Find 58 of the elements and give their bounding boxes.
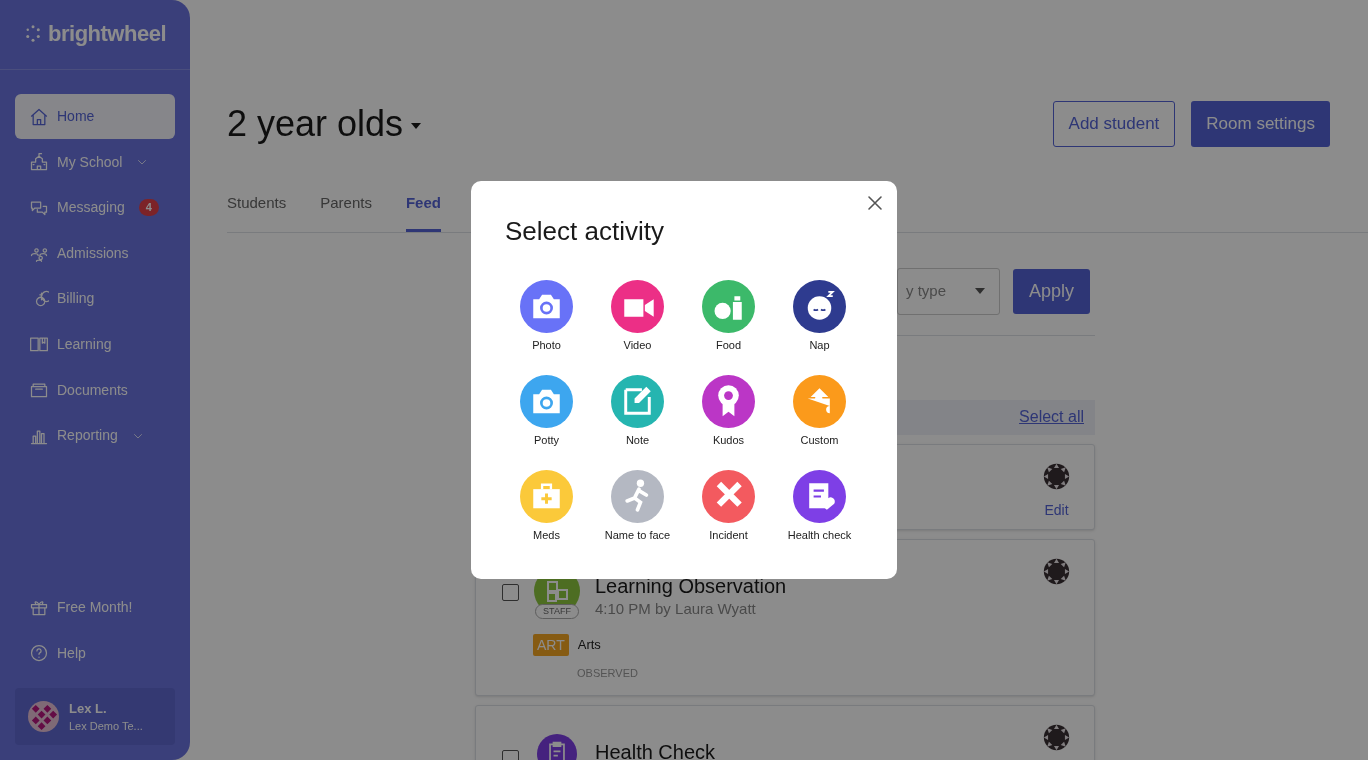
status-text: OBSERVED	[576, 666, 639, 681]
activity-option[interactable]: Health check	[774, 470, 865, 542]
nav-item[interactable]: Messaging 4	[15, 185, 175, 231]
avatar-icon	[28, 701, 59, 732]
activity-option[interactable]: Name to face	[592, 470, 683, 542]
activity-option[interactable]: Video	[592, 280, 683, 352]
card-title: Learning Observation	[595, 573, 787, 598]
edit-link[interactable]: Edit	[1044, 499, 1069, 521]
logo-icon	[24, 24, 43, 43]
nav-item[interactable]: Learning	[15, 321, 175, 367]
school-icon	[29, 152, 49, 173]
header-button[interactable]: Add student	[1052, 100, 1176, 147]
tab[interactable]: Parents	[320, 190, 372, 232]
user-name: Lex L.	[69, 699, 108, 718]
tag-label: Arts	[577, 636, 601, 655]
nav-item[interactable]: Documents	[15, 367, 175, 413]
tag: ART	[533, 634, 569, 656]
activity-option[interactable]: Custom	[774, 375, 865, 447]
avatar-icon	[1043, 723, 1070, 751]
modal-title: Select activity	[505, 215, 664, 247]
filter-dropdown[interactable]: y type	[897, 267, 1000, 315]
logo-text: brightwheel	[48, 20, 166, 48]
nav-item[interactable]: Home	[15, 94, 175, 139]
nav-item[interactable]: Help	[15, 630, 175, 676]
help-icon	[29, 643, 49, 663]
caret-down-icon	[975, 288, 985, 294]
activity-option[interactable]: Kudos	[683, 375, 774, 447]
card-title: Health Check	[595, 739, 716, 760]
avatar-icon	[1043, 462, 1070, 490]
avatar-icon	[1043, 557, 1070, 585]
activity-option[interactable]: Food	[683, 280, 774, 352]
activity-option[interactable]: Photo	[501, 280, 592, 352]
notification-badge: 4	[138, 199, 159, 217]
tab[interactable]: Feed	[405, 190, 441, 232]
caret-down-icon	[411, 122, 422, 129]
page-title: 2 year olds	[227, 101, 404, 146]
activity-option[interactable]: Note	[592, 375, 683, 447]
apply-button[interactable]: Apply	[1013, 268, 1090, 314]
home-icon	[29, 106, 49, 127]
nav-item[interactable]: My School	[15, 139, 175, 185]
close-button[interactable]	[866, 194, 884, 212]
user-card[interactable]: Lex L. Lex Demo Te...	[15, 688, 175, 745]
activity-option[interactable]: Potty	[501, 375, 592, 447]
header-button[interactable]: Room settings	[1191, 100, 1330, 147]
activity-option[interactable]: Meds	[501, 470, 592, 542]
activity-option[interactable]: Nap	[774, 280, 865, 352]
nav-item[interactable]: Billing	[15, 276, 175, 322]
school-name: Lex Demo Te...	[69, 719, 143, 734]
activity-option[interactable]: Incident	[683, 470, 774, 542]
close-icon	[866, 194, 884, 212]
dropdown-text: y type	[906, 280, 947, 301]
nav-item[interactable]: Free Month!	[15, 584, 175, 630]
nav-item[interactable]: Reporting	[15, 413, 175, 459]
card-subtitle: 4:10 PM by Laura Wyatt	[595, 598, 757, 619]
checkbox[interactable]	[502, 583, 519, 601]
nav-item[interactable]: Admissions	[15, 230, 175, 276]
tab[interactable]: Students	[227, 190, 287, 232]
select-all-link[interactable]: Select all	[1019, 405, 1084, 429]
